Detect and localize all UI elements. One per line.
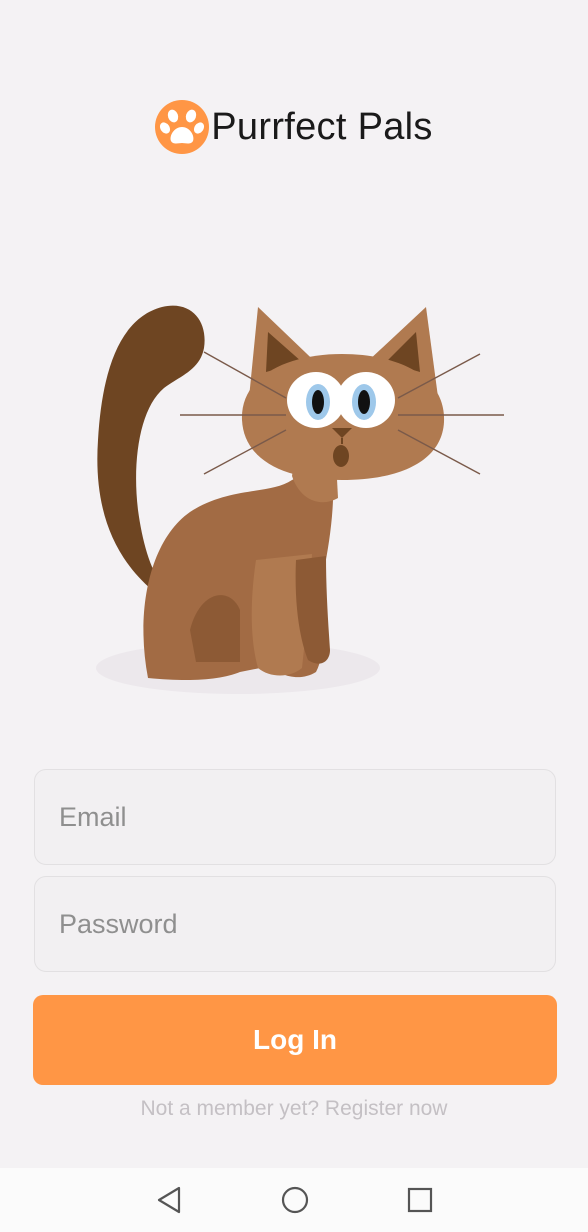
paw-icon xyxy=(155,100,210,154)
app-title: Purrfect Pals xyxy=(211,105,433,148)
app-header: Purrfect Pals xyxy=(0,98,588,156)
login-button[interactable]: Log In xyxy=(33,995,557,1085)
password-field[interactable] xyxy=(34,876,556,972)
recents-icon xyxy=(407,1187,433,1213)
back-button[interactable] xyxy=(151,1182,187,1218)
system-navigation-bar xyxy=(0,1168,588,1232)
register-link[interactable]: Not a member yet? Register now xyxy=(0,1097,588,1121)
back-icon xyxy=(157,1186,181,1214)
home-icon xyxy=(281,1186,309,1214)
home-button[interactable] xyxy=(277,1182,313,1218)
email-field[interactable] xyxy=(34,769,556,865)
recents-button[interactable] xyxy=(402,1182,438,1218)
cat-illustration xyxy=(96,305,504,694)
